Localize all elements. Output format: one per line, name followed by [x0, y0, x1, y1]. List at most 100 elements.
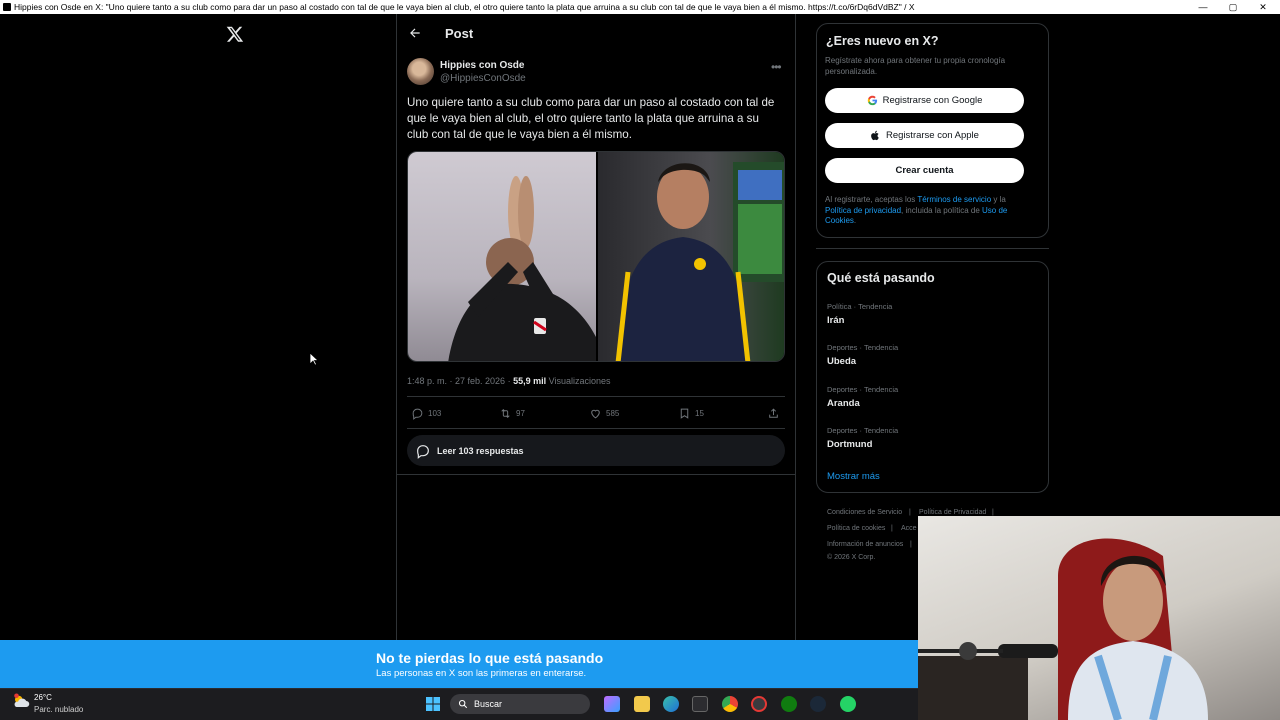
trend-item-iran[interactable]: Irán [827, 315, 844, 326]
chrome-icon[interactable] [722, 696, 738, 712]
footer-cookies-link[interactable]: Política de cookies [827, 525, 885, 532]
taskbar-search-label: Buscar [474, 699, 503, 709]
signup-terms: Al registrarte, aceptas los Términos de … [825, 195, 1030, 227]
media-image-right[interactable] [598, 152, 784, 361]
divider [407, 428, 785, 429]
repost-count: 97 [516, 409, 525, 418]
footer-separator: | [910, 541, 912, 548]
signup-apple-label: Registrarse con Apple [886, 130, 979, 141]
read-replies-label: Leer 103 respuestas [437, 445, 524, 456]
terms-text: . [853, 216, 857, 225]
recorder-icon[interactable] [751, 696, 767, 712]
divider [407, 396, 785, 397]
person-photo-left [448, 176, 596, 361]
google-icon [867, 95, 877, 106]
bookmark-count: 15 [695, 409, 704, 418]
footer-ads-link[interactable]: Información de anuncios [827, 541, 903, 548]
windows-start-icon[interactable] [426, 697, 440, 711]
banner-title: No te pierdas lo que está pasando [376, 650, 604, 666]
create-account-button[interactable]: Crear cuenta [825, 158, 1024, 183]
x-favicon-icon [3, 3, 11, 11]
trend-item-ubeda[interactable]: Ubeda [827, 356, 856, 367]
weather-partly-cloudy-icon[interactable] [12, 693, 30, 709]
trends-card [816, 261, 1049, 493]
share-icon [769, 408, 778, 418]
signup-title: ¿Eres nuevo en X? [826, 34, 939, 48]
trend-category: Deportes · Tendencia [827, 426, 899, 435]
read-replies-button[interactable]: Leer 103 respuestas [407, 435, 785, 466]
search-icon [458, 699, 468, 709]
footer-tos-link[interactable]: Condiciones de Servicio [827, 509, 902, 516]
heart-icon [591, 409, 600, 419]
post-timestamp[interactable]: 1:48 p. m. · 27 feb. 2026 · [407, 376, 511, 386]
privacy-link[interactable]: Política de privacidad [825, 206, 901, 215]
store-icon[interactable] [692, 696, 708, 712]
terms-text: y la [993, 195, 1006, 204]
bookmark-icon [680, 408, 689, 419]
back-arrow-icon[interactable] [408, 26, 422, 40]
signup-google-button[interactable]: Registrarse con Google [825, 88, 1024, 113]
footer-accessibility-link[interactable]: Acce [901, 525, 917, 532]
banner-subtitle: Las personas en X son las primeras en en… [376, 668, 587, 679]
close-button[interactable]: ✕ [1248, 0, 1278, 14]
mouse-cursor-icon [309, 352, 319, 366]
media-image-left[interactable] [408, 152, 596, 361]
reply-button[interactable]: 103 [411, 407, 441, 420]
footer-separator: | [909, 509, 911, 516]
divider [397, 474, 795, 475]
like-count: 585 [606, 409, 620, 418]
reply-bubble-icon [417, 444, 429, 459]
window-titlebar: Hippies con Osde en X: "Uno quiere tanto… [0, 0, 1280, 14]
window-title: Hippies con Osde en X: "Uno quiere tanto… [14, 2, 915, 12]
trend-category: Deportes · Tendencia [827, 385, 899, 394]
taskbar-search[interactable]: Buscar [450, 694, 590, 714]
footer-privacy-link[interactable]: Política de Privacidad [919, 509, 986, 516]
copilot-icon[interactable] [604, 696, 620, 712]
page-title: Post [445, 26, 474, 41]
steam-icon[interactable] [810, 696, 826, 712]
weather-temperature[interactable]: 26°C [34, 693, 52, 702]
reply-count: 103 [428, 409, 442, 418]
trends-title: Qué está pasando [827, 271, 935, 285]
minimize-button[interactable]: — [1188, 0, 1218, 14]
repost-button[interactable]: 97 [499, 407, 525, 420]
edge-browser-icon[interactable] [663, 696, 679, 712]
views-count: 55,9 mil [513, 376, 547, 386]
more-options-icon[interactable]: ••• [771, 60, 782, 74]
terms-link[interactable]: Términos de servicio [917, 195, 991, 204]
footer-separator: | [891, 525, 893, 532]
xbox-icon[interactable] [781, 696, 797, 712]
signup-apple-button[interactable]: Registrarse con Apple [825, 123, 1024, 148]
footer-separator: | [992, 509, 994, 516]
bookmark-button[interactable]: 15 [678, 407, 704, 420]
signup-subtitle: Regístrate ahora para obtener tu propia … [825, 56, 1006, 76]
person-photo-right [615, 162, 784, 361]
trend-item-aranda[interactable]: Aranda [827, 398, 860, 409]
trend-category: Deportes · Tendencia [827, 343, 899, 352]
divider [816, 248, 1049, 249]
avatar[interactable] [407, 58, 434, 85]
apple-icon [871, 130, 879, 141]
webcam-overlay [918, 516, 1280, 720]
signup-google-label: Registrarse con Google [882, 95, 983, 106]
like-button[interactable]: 585 [589, 407, 619, 420]
whatsapp-icon[interactable] [840, 696, 856, 712]
author-name[interactable]: Hippies con Osde [440, 60, 524, 71]
weather-condition[interactable]: Parc. nublado [34, 705, 83, 714]
show-more-link[interactable]: Mostrar más [827, 471, 880, 482]
footer-copyright: © 2026 X Corp. [827, 554, 876, 561]
share-button[interactable] [767, 407, 780, 420]
webcam-person-image [918, 538, 1208, 720]
reply-icon [412, 408, 423, 420]
post-text: Uno quiere tanto a su club como para dar… [407, 96, 775, 141]
author-handle[interactable]: @HippiesConOsde [440, 73, 526, 84]
terms-text: , incluida la política de [901, 205, 980, 215]
file-explorer-icon[interactable] [634, 696, 650, 712]
x-logo-icon[interactable] [226, 25, 244, 43]
terms-text: Al registrarte, aceptas los [825, 195, 916, 204]
column-divider-right [795, 14, 796, 640]
column-divider-left [396, 14, 397, 640]
maximize-button[interactable]: ▢ [1218, 0, 1248, 14]
trend-item-dortmund[interactable]: Dortmund [827, 439, 872, 450]
post-media[interactable] [407, 151, 785, 362]
